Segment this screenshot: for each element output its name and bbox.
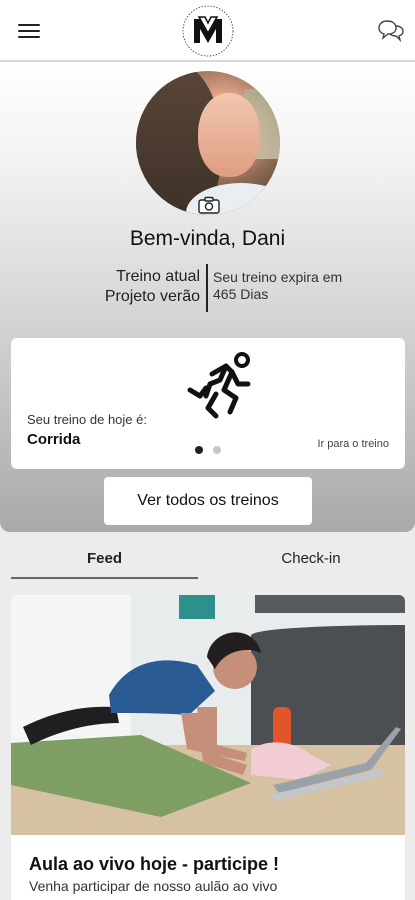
greeting: Bem-vinda, Dani [129, 227, 286, 250]
current-plan-name: Projeto verão [104, 288, 200, 305]
runner-icon [187, 352, 251, 419]
carousel-dot-1[interactable] [195, 446, 203, 454]
view-all-workouts-button[interactable]: Ver todos os treinos [104, 477, 312, 525]
expiry-label: Seu treino expira em [213, 269, 343, 285]
current-plan: Treino atual Projeto verão [40, 267, 200, 307]
carousel-dots [195, 446, 225, 454]
hamburger-menu-icon[interactable] [18, 21, 40, 39]
feed-post[interactable]: Aula ao vivo hoje - participe ! Venha pa… [11, 595, 405, 900]
plan-divider [206, 264, 208, 312]
feed-tabs: Feed Check-in [0, 537, 415, 587]
current-plan-label: Treino atual [116, 268, 200, 285]
active-tab-indicator [11, 577, 198, 579]
brand-logo-icon [182, 5, 234, 57]
top-app-bar [0, 0, 415, 62]
today-value: Corrida [27, 431, 81, 448]
tab-feed[interactable]: Feed [11, 537, 198, 581]
tab-check-in[interactable]: Check-in [213, 537, 409, 581]
today-workout-card[interactable]: Seu treino de hoje é: Corrida Ir para o … [11, 338, 405, 469]
post-image [11, 595, 405, 835]
carousel-dot-2[interactable] [213, 446, 221, 454]
camera-icon[interactable] [198, 196, 220, 214]
chat-bubbles-icon[interactable] [378, 18, 404, 42]
profile-hero: Bem-vinda, Dani Treino atual Projeto ver… [0, 62, 415, 532]
expiry-value: 465 Dias [213, 286, 269, 302]
post-subtitle: Venha participar de nosso aulão ao vivo [29, 878, 278, 894]
post-title: Aula ao vivo hoje - participe ! [29, 854, 280, 874]
today-label: Seu treino de hoje é: [27, 412, 147, 427]
avatar-face [198, 93, 260, 177]
go-to-workout-link[interactable]: Ir para o treino [317, 438, 389, 450]
plan-expiry: Seu treino expira em 465 Dias [213, 269, 403, 303]
avatar[interactable] [136, 71, 280, 215]
